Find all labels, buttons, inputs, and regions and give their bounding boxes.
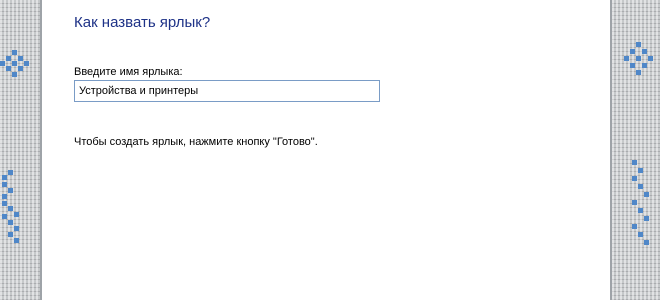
deer-icon — [632, 160, 649, 245]
shortcut-name-label: Введите имя ярлыка: — [74, 66, 183, 78]
snowflake-icon — [624, 42, 653, 75]
knit-background-left — [0, 0, 40, 300]
snowflake-icon — [0, 50, 29, 77]
create-shortcut-dialog: Как назвать ярлык? Введите имя ярлыка: Ч… — [42, 0, 610, 300]
shortcut-name-input[interactable] — [74, 80, 380, 102]
page-title: Как назвать ярлык? — [74, 14, 211, 31]
finish-hint-text: Чтобы создать ярлык, нажмите кнопку "Гот… — [74, 136, 318, 148]
deer-icon — [2, 170, 19, 243]
knit-background-right — [612, 0, 660, 300]
